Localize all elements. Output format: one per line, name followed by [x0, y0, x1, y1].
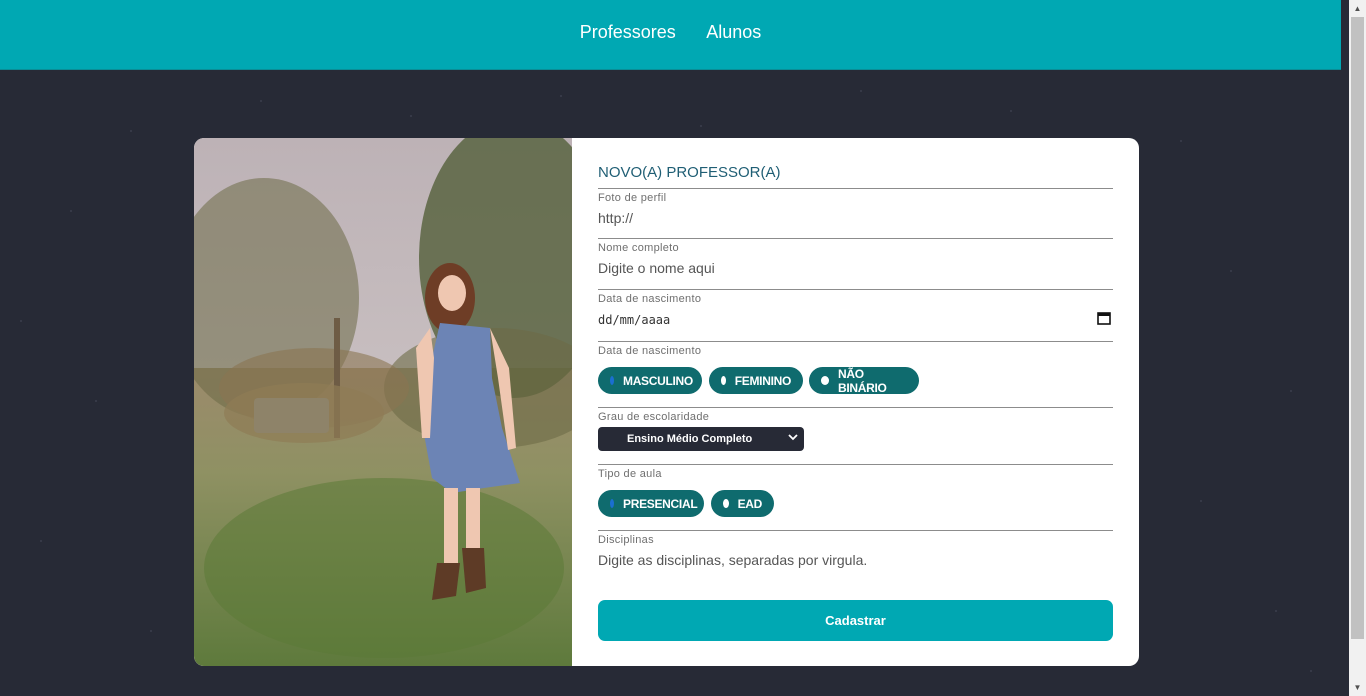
radio-checked-icon[interactable] — [610, 376, 614, 385]
profile-photo — [194, 138, 572, 666]
divider — [598, 188, 1113, 189]
radio-icon[interactable] — [821, 376, 830, 385]
page-scrollbar[interactable]: ▲ ▼ — [1349, 0, 1366, 696]
gender-option-nao-binario[interactable]: NÃO BINÁRIO — [809, 366, 919, 395]
photo-label: Foto de perfil — [598, 192, 667, 204]
nav-link-professores[interactable]: Professores — [580, 22, 676, 42]
birth-date-placeholder: dd/mm/aaaa — [598, 313, 671, 327]
form-title: NOVO(A) PROFESSOR(A) — [598, 164, 781, 181]
radio-checked-icon[interactable] — [610, 499, 614, 508]
subjects-input[interactable]: Digite as disciplinas, separadas por vir… — [598, 552, 867, 568]
class-type-option-presencial[interactable]: PRESENCIAL — [598, 490, 704, 517]
subjects-label: Disciplinas — [598, 534, 654, 546]
name-input[interactable]: Digite o nome aqui — [598, 260, 715, 276]
gender-label: Data de nascimento — [598, 345, 702, 357]
education-label: Grau de escolaridade — [598, 411, 710, 423]
photo-url-input[interactable]: http:// — [598, 210, 633, 226]
class-type-option-label: EAD — [737, 496, 763, 511]
nav-menu: Professores Alunos — [0, 22, 1341, 43]
scroll-up-icon[interactable]: ▲ — [1349, 0, 1366, 17]
chevron-down-icon — [788, 434, 798, 441]
divider — [598, 341, 1113, 342]
birth-date-input[interactable]: dd/mm/aaaa — [598, 311, 1113, 327]
gender-option-masculino[interactable]: MASCULINO — [598, 367, 702, 394]
calendar-icon[interactable] — [1097, 311, 1111, 325]
submit-button[interactable]: Cadastrar — [598, 600, 1113, 641]
class-type-option-ead[interactable]: EAD — [711, 490, 774, 517]
gender-option-label: NÃO BINÁRIO — [838, 366, 887, 395]
scroll-down-icon[interactable]: ▼ — [1349, 679, 1366, 696]
teacher-form: NOVO(A) PROFESSOR(A) Foto de perfil http… — [598, 138, 1113, 666]
top-navbar: Professores Alunos — [0, 0, 1341, 70]
divider — [598, 238, 1113, 239]
radio-icon[interactable] — [721, 376, 726, 385]
divider — [598, 530, 1113, 531]
gender-option-label: FEMININO — [734, 373, 792, 388]
class-type-label: Tipo de aula — [598, 468, 662, 480]
birth-label: Data de nascimento — [598, 293, 702, 305]
divider — [598, 289, 1113, 290]
gender-option-label: MASCULINO — [623, 373, 693, 388]
divider — [598, 464, 1113, 465]
scrollbar-thumb[interactable] — [1351, 17, 1364, 639]
class-type-option-label: PRESENCIAL — [623, 496, 698, 511]
education-selected-value: Ensino Médio Completo — [627, 433, 753, 445]
nav-link-alunos[interactable]: Alunos — [706, 22, 761, 42]
radio-icon[interactable] — [723, 499, 729, 508]
divider — [598, 407, 1113, 408]
education-select[interactable]: Ensino Médio Completo — [598, 427, 804, 451]
register-card: NOVO(A) PROFESSOR(A) Foto de perfil http… — [194, 138, 1139, 666]
gender-option-feminino[interactable]: FEMININO — [709, 367, 803, 394]
name-label: Nome completo — [598, 242, 679, 254]
